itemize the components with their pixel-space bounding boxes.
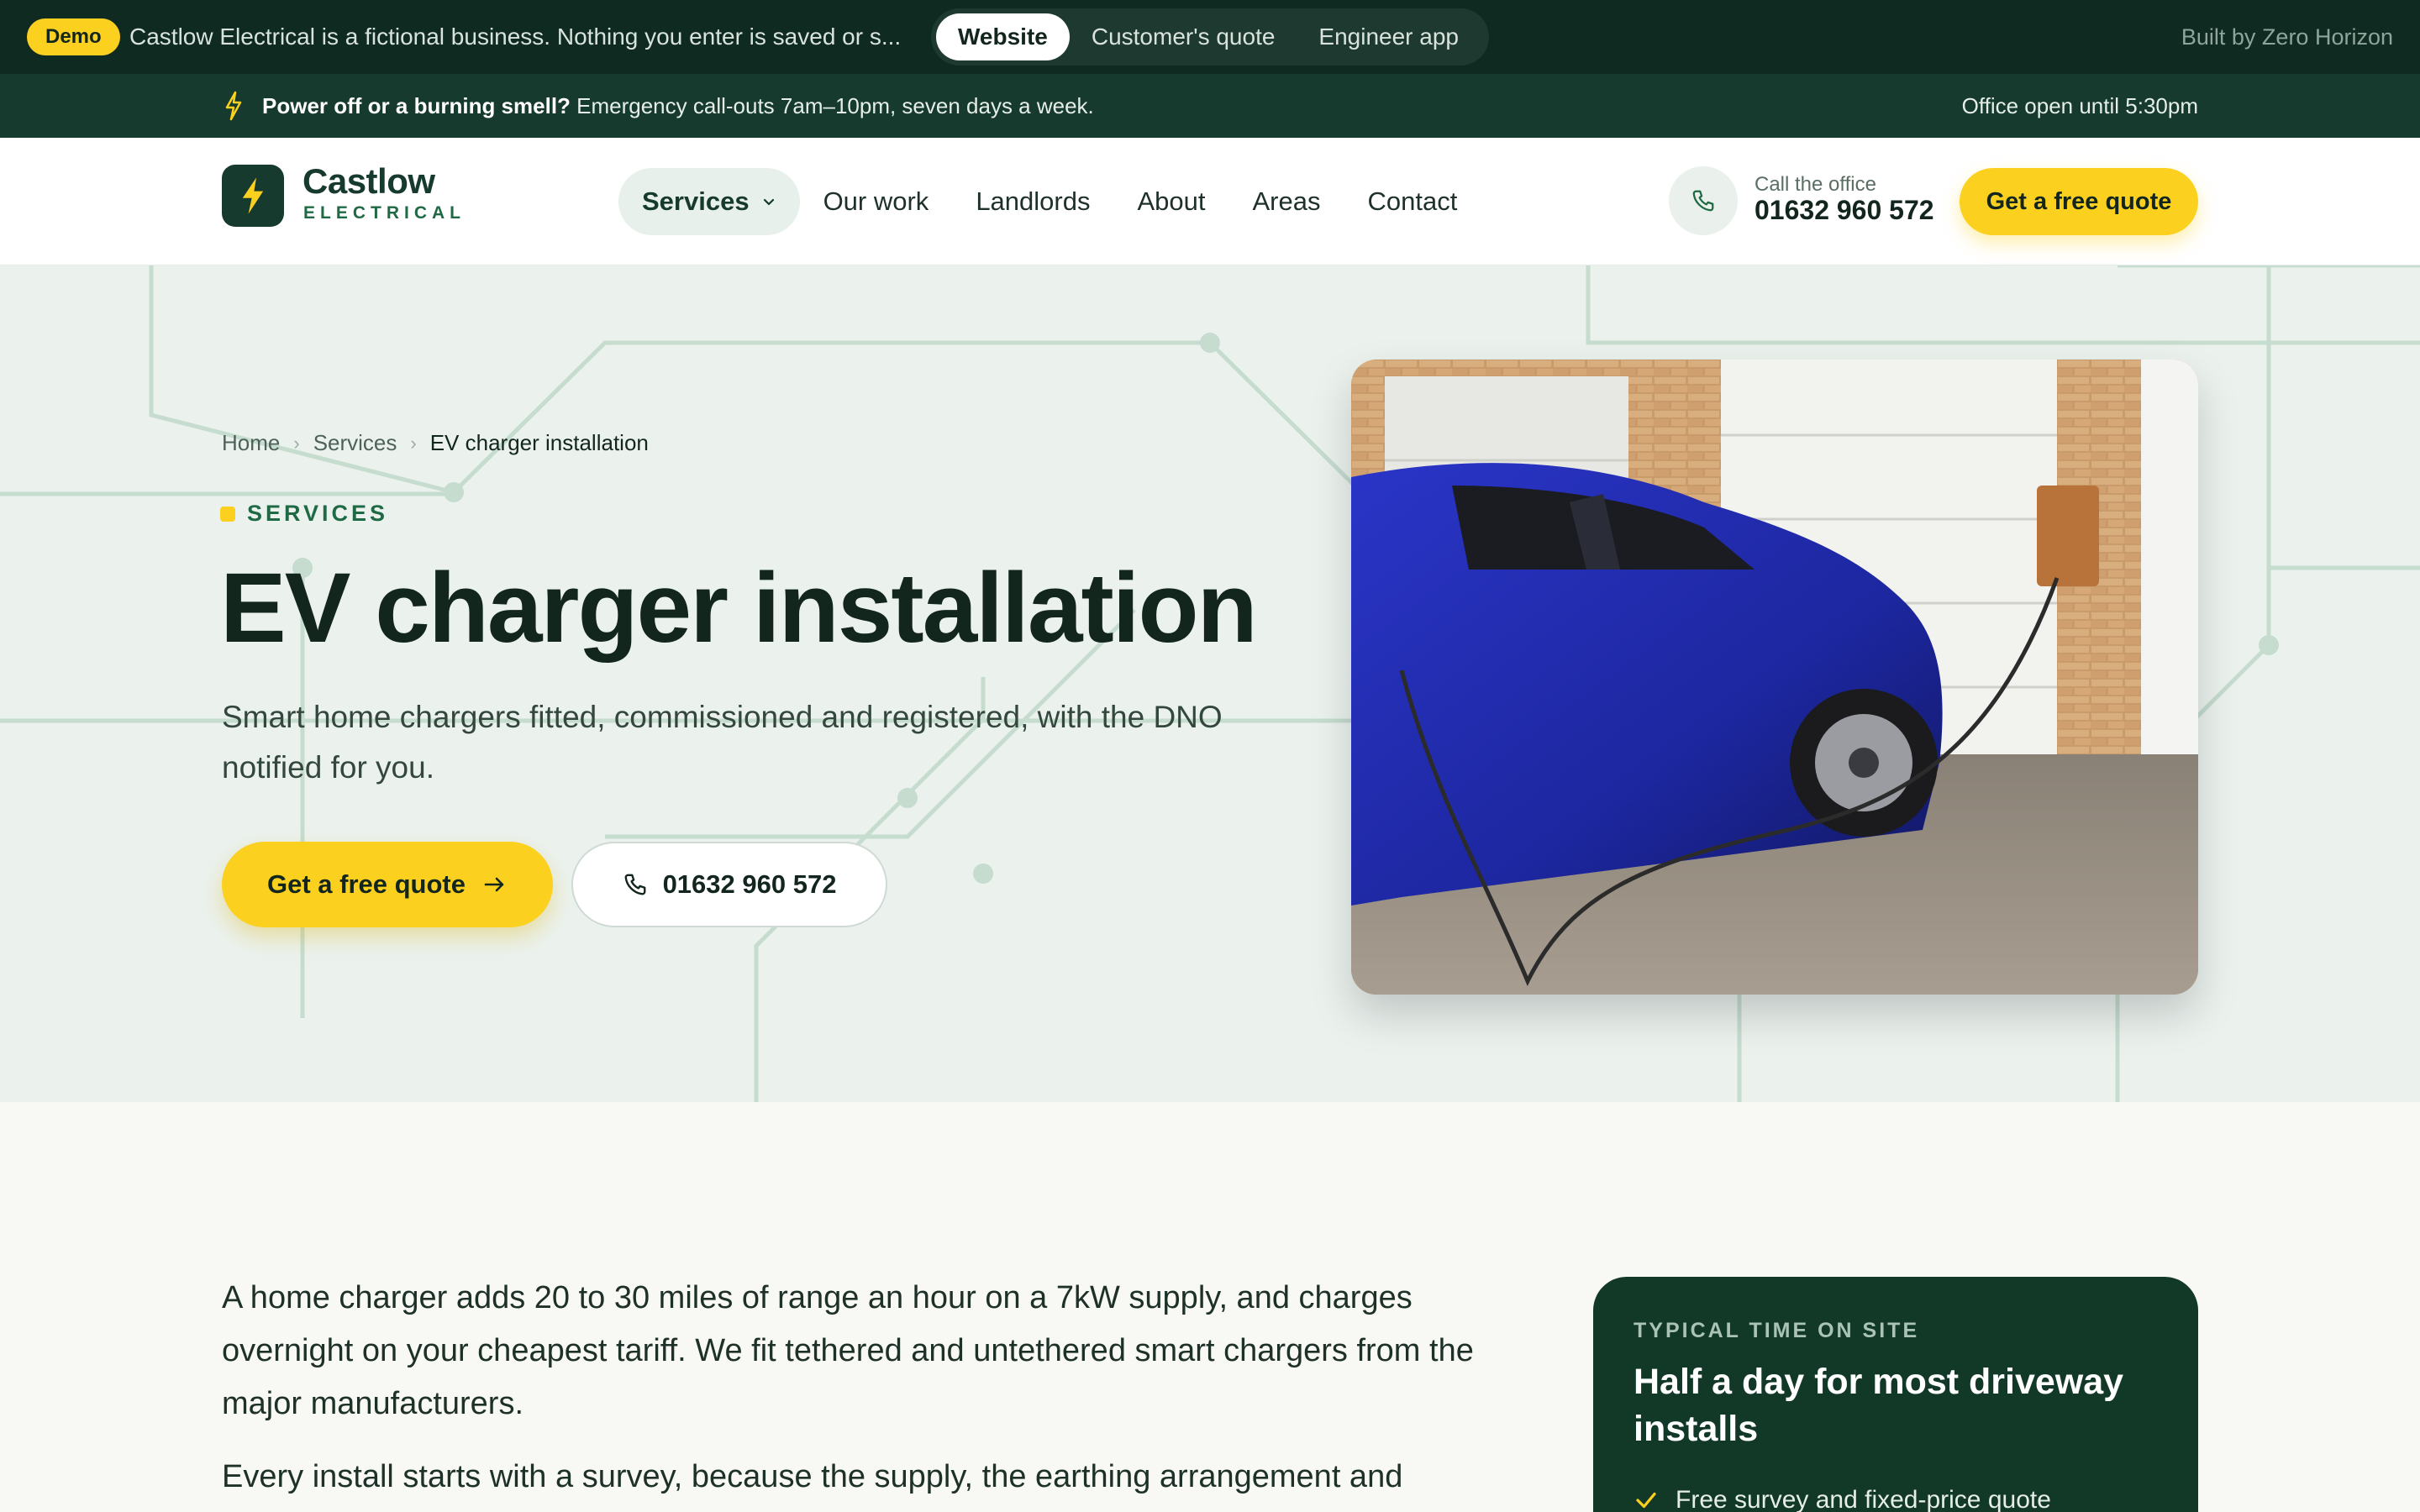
card-kicker: TYPICAL TIME ON SITE (1634, 1319, 1920, 1342)
nav-areas[interactable]: Areas (1228, 168, 1344, 235)
demo-badge: Demo (27, 18, 120, 55)
hero-section: Home › Services › EV charger installatio… (0, 265, 2420, 1102)
card-title: Half a day for most driveway installs (1634, 1362, 2124, 1449)
hero-phone-label: 01632 960 572 (662, 869, 837, 899)
nav-contact[interactable]: Contact (1344, 168, 1481, 235)
logo-name[interactable]: Castlow (302, 161, 435, 202)
description-paragraph: A home charger adds 20 to 30 miles of ra… (222, 1280, 1474, 1421)
demo-notice: Castlow Electrical is a fictional busine… (129, 24, 902, 50)
emergency-headline: Power off or a burning smell? (262, 93, 571, 118)
page-title: EV charger installation (220, 553, 1258, 664)
call-label: Call the office (1754, 173, 1876, 196)
demo-bar: Demo Castlow Electrical is a fictional b… (0, 0, 2420, 74)
nav-landlords[interactable]: Landlords (952, 168, 1113, 235)
logo-mark[interactable] (222, 165, 284, 227)
breadcrumb: Home › Services › EV charger installatio… (222, 430, 649, 456)
site-header: Castlow ELECTRICAL Services Our work Lan… (0, 138, 2420, 265)
lightning-icon (225, 91, 242, 121)
hero-photo (1351, 360, 2198, 995)
emergency-bar: Power off or a burning smell? Emergency … (0, 74, 2420, 138)
card-list-item: Free survey and fixed-price quote (1634, 1486, 2158, 1512)
eyebrow-marker (220, 506, 235, 522)
breadcrumb-current: EV charger installation (429, 430, 649, 455)
emergency-message: Power off or a burning smell? Emergency … (262, 74, 1094, 138)
breadcrumb-services[interactable]: Services (313, 430, 397, 456)
section-eyebrow: SERVICES (220, 501, 388, 527)
nav-services[interactable]: Services (618, 168, 800, 235)
time-on-site-card: TYPICAL TIME ON SITE Half a day for most… (1593, 1277, 2198, 1512)
view-switcher: Website Customer's quote Engineer app (931, 8, 1489, 66)
phone-icon (624, 874, 645, 895)
nav-our-work[interactable]: Our work (800, 168, 953, 235)
description-paragraph: Every install starts with a survey, beca… (222, 1459, 1403, 1494)
check-icon (1636, 1492, 1656, 1509)
breadcrumb-separator-icon: › (410, 432, 417, 454)
nav-services-label: Services (642, 186, 750, 216)
office-hours: Office open until 5:30pm (1961, 93, 2198, 118)
breadcrumb-home[interactable]: Home (222, 430, 280, 456)
phone-icon (1692, 190, 1714, 212)
breadcrumb-separator-icon: › (293, 432, 300, 454)
card-list-item-label: Free survey and fixed-price quote (1676, 1486, 2051, 1512)
view-tab-engineer-app[interactable]: Engineer app (1297, 13, 1481, 60)
eyebrow-label: SERVICES (247, 501, 389, 526)
hero-phone-button[interactable]: 01632 960 572 (571, 842, 887, 927)
logo-subtitle: ELECTRICAL (303, 203, 466, 223)
header-quote-button[interactable]: Get a free quote (1960, 168, 2198, 235)
call-button[interactable] (1669, 166, 1738, 235)
hero-lede: Smart home chargers fitted, commissioned… (222, 700, 1223, 785)
view-tab-customer-quote[interactable]: Customer's quote (1070, 13, 1297, 60)
service-description: A home charger adds 20 to 30 miles of ra… (222, 1272, 1516, 1512)
hero-quote-label: Get a free quote (267, 869, 466, 899)
view-tab-website[interactable]: Website (936, 13, 1070, 60)
nav-about[interactable]: About (1113, 168, 1228, 235)
call-number[interactable]: 01632 960 572 (1754, 195, 1934, 226)
built-by-link[interactable]: Built by Zero Horizon (2181, 0, 2393, 74)
main-nav: Services Our work Landlords About Areas … (618, 168, 1481, 235)
chevron-down-icon (763, 198, 774, 206)
emergency-text: Emergency call-outs 7am–10pm, seven days… (570, 93, 1094, 118)
hero-quote-button[interactable]: Get a free quote (222, 842, 553, 927)
arrow-right-icon (484, 877, 504, 892)
lightning-icon (242, 177, 264, 214)
